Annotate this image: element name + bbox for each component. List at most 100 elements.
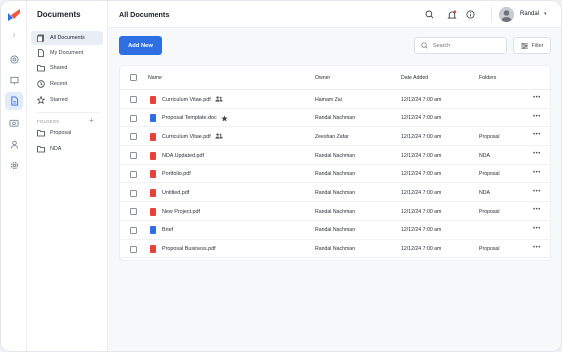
search-input[interactable]	[433, 42, 503, 49]
more-options-icon[interactable]: •••	[533, 114, 541, 120]
row-checkbox[interactable]	[130, 152, 137, 160]
owner-cell: Randal Nachman	[315, 208, 356, 215]
top-bar-divider	[491, 7, 492, 22]
row-checkbox[interactable]	[130, 114, 137, 122]
file-name[interactable]: Curriculum Vitae.pdf	[162, 134, 211, 140]
avatar[interactable]	[499, 7, 514, 22]
clock-icon	[37, 80, 45, 88]
file-name[interactable]: New Project.pdf	[162, 209, 200, 215]
row-checkbox[interactable]	[130, 170, 137, 178]
table-row[interactable]: Portfolio.pdf Randal Nachman 12/12/24 7:00…	[120, 165, 552, 184]
rail-settings-button[interactable]	[5, 156, 23, 174]
sidebar-item-starred[interactable]: Starred	[31, 93, 103, 107]
doc-file-icon	[150, 226, 156, 235]
table-row[interactable]: Untitled.pdf Randal Nachman 12/12/24 7:00 …	[120, 184, 552, 203]
table-row[interactable]: New Project.pdf Randal Nachman 12/12/24 7:…	[120, 202, 552, 221]
row-checkbox[interactable]	[130, 245, 137, 253]
sidebar-item-label: All Documents	[50, 35, 85, 41]
rail-presentation-button[interactable]	[5, 71, 23, 89]
folder-cell: Proposal	[479, 133, 500, 140]
sidebar-item-recent[interactable]: Recent	[31, 77, 103, 91]
file-name[interactable]: Curriculum Vitae.pdf	[162, 97, 211, 103]
pdf-file-icon	[150, 95, 156, 104]
info-icon[interactable]	[465, 9, 476, 20]
sidebar-divider	[37, 112, 99, 113]
more-options-icon[interactable]: •••	[533, 95, 541, 101]
star-icon	[37, 96, 45, 104]
rail-dashboard-button[interactable]	[5, 50, 23, 68]
sidebar-folder-proposal[interactable]: Proposal	[31, 126, 103, 140]
row-checkbox[interactable]	[130, 226, 137, 234]
more-options-icon[interactable]: •••	[533, 189, 541, 195]
expand-chevron-icon[interactable]: ›	[5, 26, 23, 44]
more-options-icon[interactable]: •••	[533, 132, 541, 138]
more-options-icon[interactable]: •••	[533, 207, 541, 213]
document-icon	[10, 96, 18, 106]
file-name[interactable]: Portfolio.pdf	[162, 171, 191, 177]
file-name[interactable]: Proposal Business.pdf	[162, 246, 216, 252]
sidebar-item-label: My Document	[50, 50, 84, 56]
notification-bell-icon[interactable]	[446, 9, 457, 20]
pdf-file-icon	[150, 189, 156, 197]
owner-cell: Randal Nachman	[315, 115, 356, 122]
folder-cell: Proposal	[479, 208, 500, 215]
more-options-icon[interactable]: •••	[533, 170, 541, 176]
column-header-name[interactable]: Name	[148, 75, 162, 81]
date-cell: 12/12/24 7:00 am	[401, 152, 442, 159]
filter-button[interactable]: Filter	[513, 37, 551, 54]
chevron-down-icon[interactable]: ▾	[544, 11, 547, 17]
search-box[interactable]	[414, 37, 507, 54]
owner-cell: Zeeshan Zafar	[315, 133, 349, 140]
table-row[interactable]: Curriculum Vitae.pdf Zeeshan Zafar 12/12/2…	[120, 127, 552, 147]
main-content: All Documents Randal ▾ Add New Filt	[108, 1, 561, 351]
sidebar-item-my-document[interactable]: My Document	[31, 46, 103, 60]
column-header-owner[interactable]: Owner	[315, 75, 330, 81]
page-title: All Documents	[119, 10, 170, 19]
folder-cell: Proposal	[479, 171, 500, 178]
table-row[interactable]: Curriculum Vitae.pdf Hamam Zai 12/12/24 7:…	[120, 90, 552, 109]
sidebar-item-shared[interactable]: Shared	[31, 61, 103, 75]
column-header-folders[interactable]: Folders	[479, 75, 496, 81]
documents-table: Name Owner Date Added Folders Curriculum…	[119, 65, 552, 261]
sidebar-title: Documents	[37, 10, 81, 19]
file-name[interactable]: NDA Updated.pdf	[162, 153, 204, 159]
row-checkbox[interactable]	[130, 96, 137, 103]
add-new-button[interactable]: Add New	[119, 36, 162, 55]
search-icon[interactable]	[424, 9, 435, 20]
owner-cell: Randal Nachman	[315, 190, 356, 196]
file-name[interactable]: Brief	[162, 227, 173, 233]
rail-users-button[interactable]	[5, 135, 23, 153]
file-name[interactable]: Untitled.pdf	[162, 190, 189, 196]
date-cell: 12/12/24 7:00 am	[401, 171, 442, 178]
more-options-icon[interactable]: •••	[533, 245, 541, 251]
table-row[interactable]: Proposal Business.pdf Randal Nachman 12/12…	[120, 240, 552, 259]
rail-documents-button[interactable]	[5, 92, 23, 110]
more-options-icon[interactable]: •••	[533, 151, 541, 157]
sidebar-item-label: Starred	[50, 97, 68, 103]
add-folder-plus-icon[interactable]: +	[89, 116, 94, 125]
pdf-file-icon	[150, 170, 156, 179]
pdf-file-icon	[150, 207, 156, 216]
column-header-date[interactable]: Date Added	[401, 75, 428, 81]
table-row[interactable]: Proposal Template.doc Randal Nachman 12/12…	[120, 109, 552, 128]
file-name[interactable]: Proposal Template.doc	[162, 115, 217, 121]
table-row[interactable]: Brief Randal Nachman 12/12/24 7:00 am •••	[120, 221, 552, 240]
sidebar-item-label: Shared	[50, 65, 68, 71]
date-cell: 12/12/24 7:00 am	[401, 190, 442, 196]
more-options-icon[interactable]: •••	[533, 226, 541, 232]
sidebar-folder-nda[interactable]: NDA	[31, 142, 103, 156]
sidebar-item-all-documents[interactable]: All Documents	[31, 31, 103, 45]
presentation-icon	[9, 76, 19, 85]
rail-media-button[interactable]	[5, 114, 23, 132]
table-row[interactable]: NDA Updated.pdf Randal Nachman 12/12/24 7:…	[120, 146, 552, 165]
gear-icon	[10, 161, 18, 169]
folder-icon	[37, 64, 45, 72]
row-checkbox[interactable]	[130, 208, 137, 216]
folders-heading: FOLDERS	[37, 119, 60, 124]
user-name[interactable]: Randal	[520, 11, 539, 17]
row-checkbox[interactable]	[130, 133, 137, 141]
folder-cell: Proposal	[479, 246, 500, 253]
row-checkbox[interactable]	[130, 189, 137, 197]
folder-cell: NDA	[479, 152, 490, 159]
select-all-checkbox[interactable]	[130, 74, 137, 81]
